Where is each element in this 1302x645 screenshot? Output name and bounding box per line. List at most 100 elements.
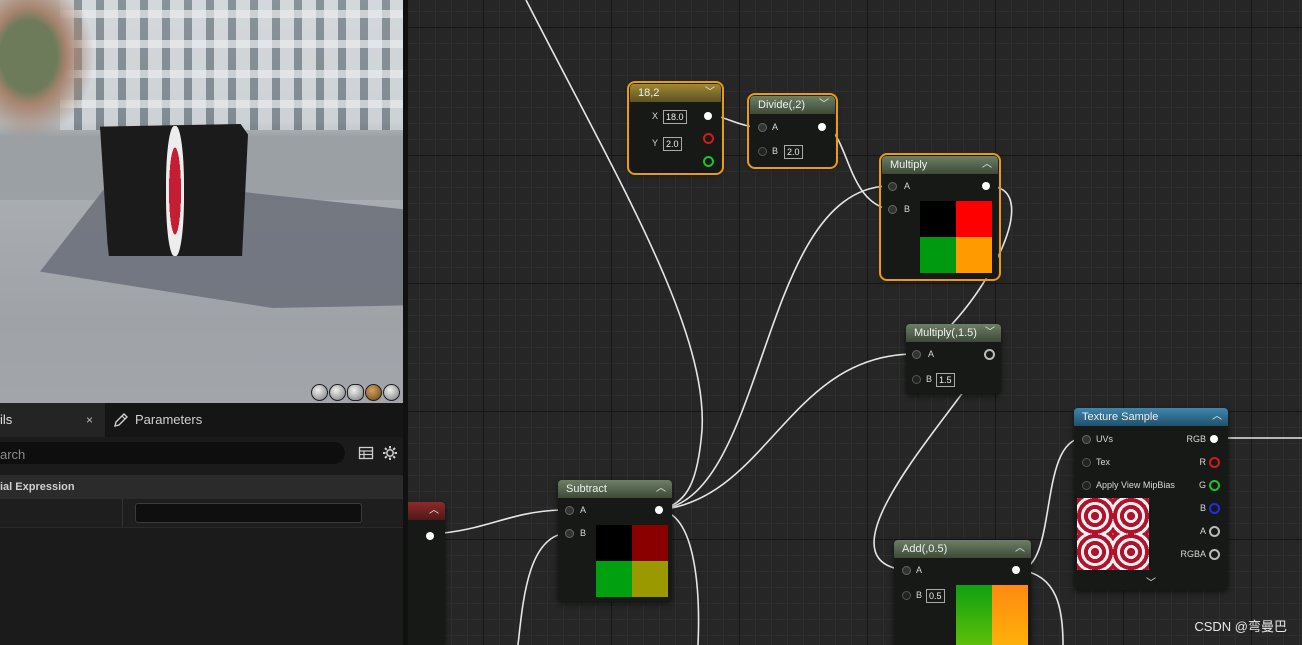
material-graph[interactable]: ︿ 0 18,2 ﹀ X 18.0 Y 2.0 Divide(,2) ﹀ A B… [408,0,1302,645]
b-output-pin[interactable] [1209,503,1220,514]
partial-node[interactable]: ︿ 0 [408,502,445,645]
rgb-output-pin[interactable] [1210,435,1218,443]
output-pin[interactable] [1012,566,1020,574]
b-label: B [926,374,933,384]
property-divider [122,499,123,527]
y-value-field[interactable]: 2.0 [663,137,682,151]
tex-input-pin[interactable] [1082,458,1091,467]
append-node-header: 18,2 ﹀ [630,84,721,102]
multiply-node[interactable]: Multiply ︿ A B [879,153,1001,281]
search-input[interactable] [0,442,345,464]
chevron-up-icon[interactable]: ︿ [1212,408,1222,426]
a-input-pin[interactable] [902,566,911,575]
b-label: B [772,146,779,156]
chevron-down-icon[interactable]: ﹀ [985,324,995,342]
output-pin[interactable] [982,182,990,190]
mipbias-label: Apply View MipBias [1096,480,1175,490]
a-input-pin[interactable] [912,350,921,359]
color-preview-top [920,201,992,237]
a-output-pin[interactable] [1209,526,1220,537]
building-windows [60,0,403,130]
g-label: G [1198,480,1206,490]
b-input-pin[interactable] [888,205,897,214]
tree [0,0,95,140]
tab-parameters[interactable]: Parameters [113,403,202,437]
a-input-pin[interactable] [758,123,767,132]
b-input-pin[interactable] [902,591,911,600]
chevron-down-icon[interactable]: ﹀ [705,84,715,102]
output-pin[interactable] [984,349,995,360]
color-preview-top [596,525,668,561]
x-value-field[interactable]: 18.0 [663,110,687,124]
texture-node-title: Texture Sample [1082,411,1159,423]
g-output-pin[interactable] [703,156,714,167]
mipbias-input-pin[interactable] [1082,481,1091,490]
tab-details-label: ils [0,412,13,427]
b-label: B [1199,503,1206,513]
b-label: B [580,528,587,538]
tex-label: Tex [1096,457,1111,467]
chevron-down-icon[interactable]: ﹀ [819,96,829,114]
chevron-up-icon[interactable]: ︿ [429,502,439,520]
subtract-node[interactable]: Subtract ︿ A B [558,480,672,602]
pencil-icon [114,413,128,427]
b-value-field[interactable]: 1.5 [936,373,955,387]
property-value-field[interactable] [135,503,362,523]
a-label: A [916,565,923,575]
b-input-pin[interactable] [758,147,767,156]
tab-details[interactable]: ils × [0,403,105,437]
a-label: A [772,122,779,132]
table-view-icon[interactable] [358,445,374,461]
append-vector-node[interactable]: 18,2 ﹀ X 18.0 Y 2.0 [627,81,724,175]
multiply-1.5-node[interactable]: Multiply(,1.5) ﹀ A B 1.5 [906,324,1001,394]
divide-node-header: Divide(,2) ﹀ [750,96,835,114]
cylinder-icon[interactable] [311,384,328,401]
a-input-pin[interactable] [565,506,574,515]
a-label: A [580,505,587,515]
sphere-icon[interactable] [329,384,346,401]
chevron-down-icon[interactable]: ﹀ [1146,574,1156,589]
close-icon[interactable]: × [86,403,93,437]
color-preview-bottom [920,237,992,273]
chevron-up-icon[interactable]: ︿ [656,480,666,498]
color-preview-gradient [956,585,1028,645]
b-value-field[interactable]: 0.5 [926,589,945,603]
cube-icon[interactable] [365,384,382,401]
x-label: X [652,111,659,121]
r-output-pin[interactable] [703,133,714,144]
r-label: R [1199,457,1207,467]
multiply-node-title: Multiply [890,159,928,171]
tab-parameters-label: Parameters [135,412,203,427]
search-placeholder: arch [0,447,26,462]
wire-subtract-multiply [657,185,889,511]
material-preview-viewport[interactable] [0,0,403,403]
target-pattern [166,126,184,256]
rgb-label: RGB [1186,434,1206,444]
partial-node-header: ︿ [408,502,445,520]
output-pin[interactable] [818,123,826,131]
chevron-up-icon[interactable]: ︿ [1015,540,1025,558]
divide-node[interactable]: Divide(,2) ﹀ A B 2.0 [747,93,838,169]
category-header[interactable]: ial Expression [0,475,403,499]
output-pin[interactable] [704,112,712,120]
add-node-header: Add(,0.5) ︿ [894,540,1031,558]
texture-sample-node[interactable]: Texture Sample ︿ UVs Tex Apply View MipB… [1074,408,1228,590]
wire-top-to-subtract [525,0,704,511]
teapot-icon[interactable] [383,384,400,401]
partial-node-output-pin[interactable] [426,532,434,540]
chevron-up-icon[interactable]: ︿ [982,156,992,174]
uvs-input-pin[interactable] [1082,435,1091,444]
gear-icon[interactable] [382,445,398,461]
add-0.5-node[interactable]: Add(,0.5) ︿ A B 0.5 [894,540,1031,645]
g-output-pin[interactable] [1209,480,1220,491]
plane-icon[interactable] [347,384,364,401]
b-label: B [904,204,911,214]
b-input-pin[interactable] [565,529,574,538]
rgba-output-pin[interactable] [1209,549,1220,560]
r-output-pin[interactable] [1209,457,1220,468]
subtract-node-title: Subtract [566,483,607,495]
a-input-pin[interactable] [888,182,897,191]
b-value-field[interactable]: 2.0 [784,145,803,159]
b-input-pin[interactable] [912,375,921,384]
output-pin[interactable] [655,506,663,514]
